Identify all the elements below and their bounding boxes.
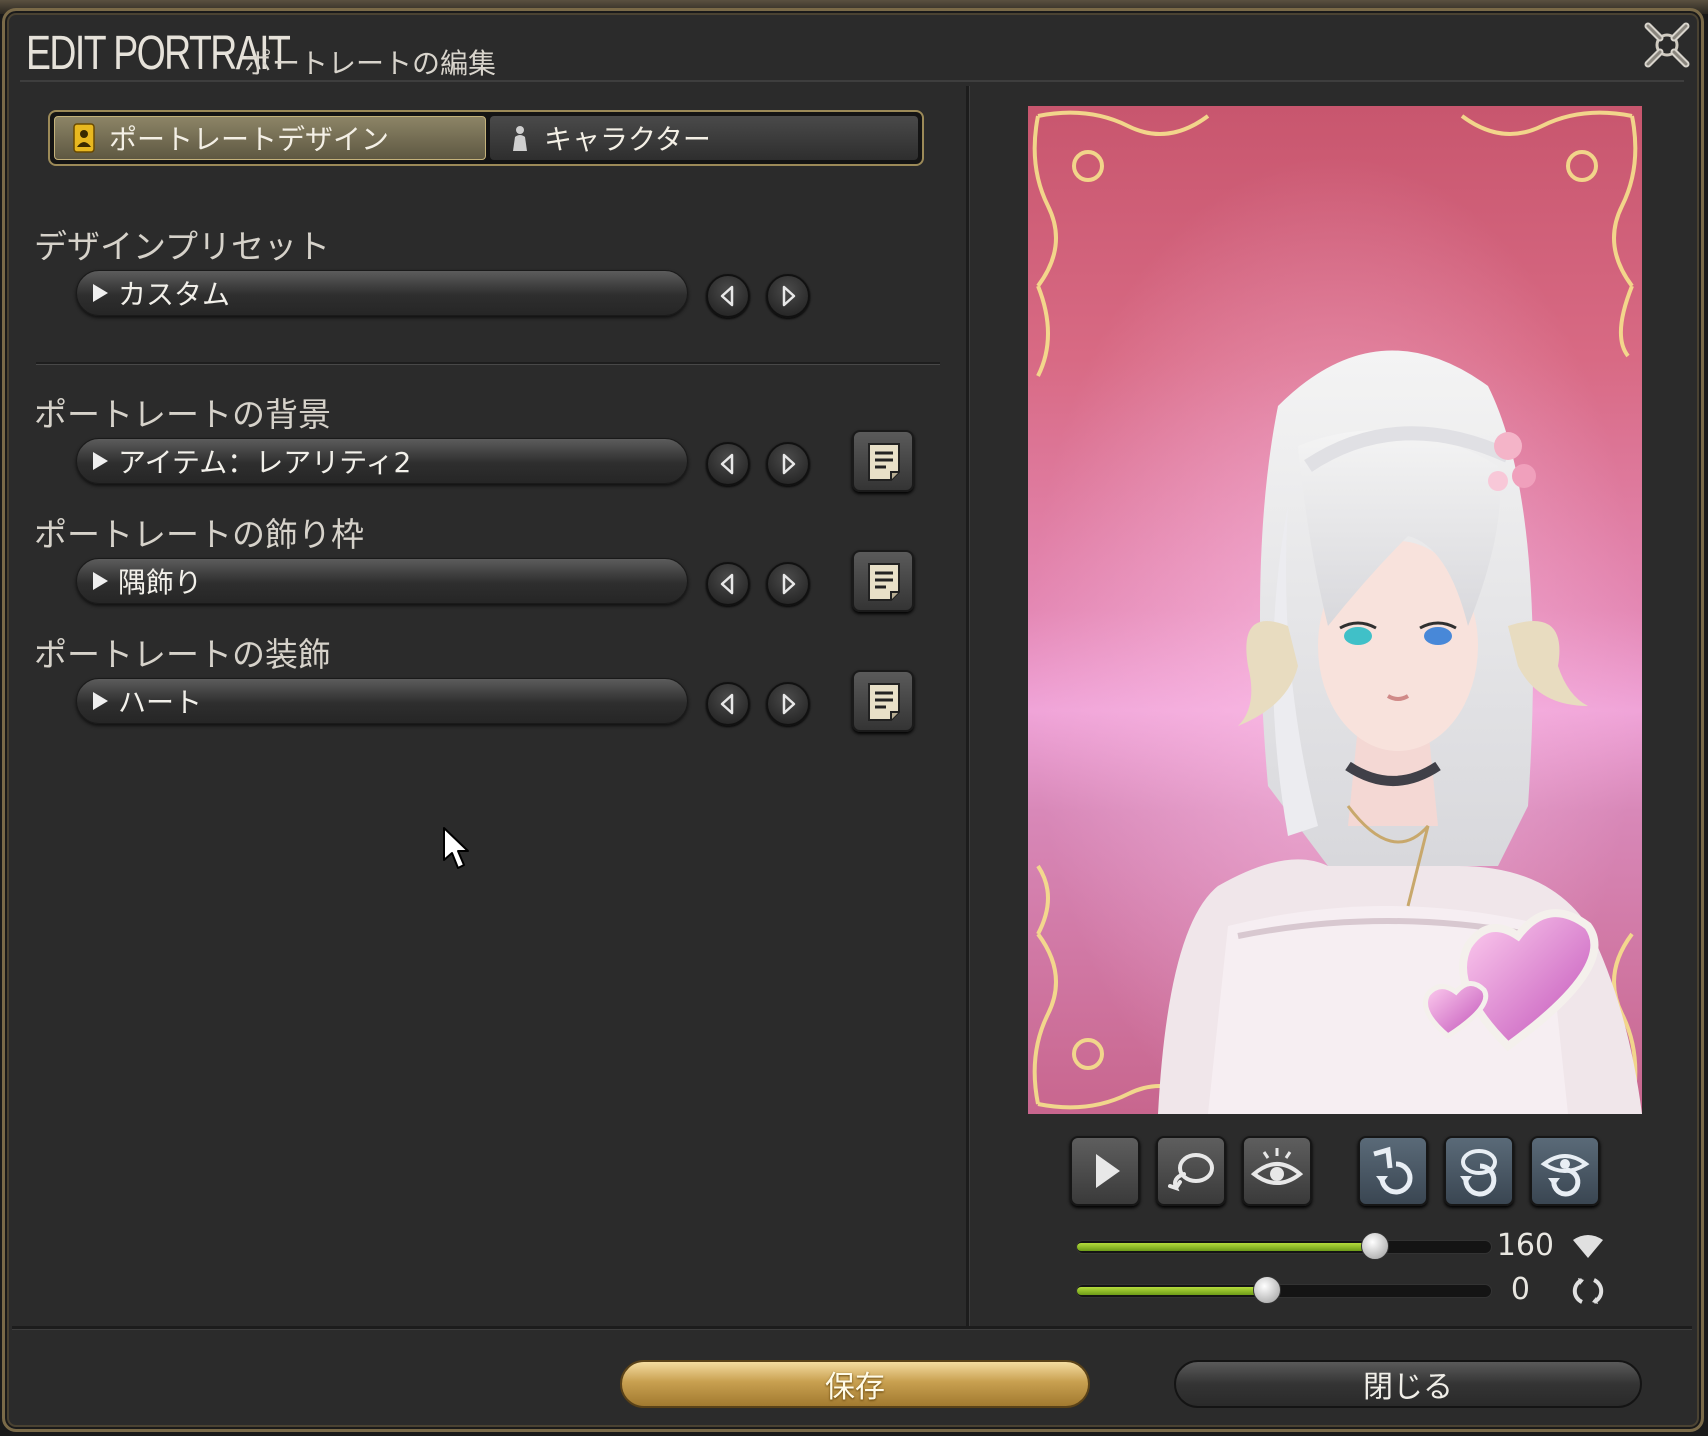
decoration-dropdown[interactable]: ハート [76,678,688,724]
rotate-icon [1570,1276,1606,1310]
reset-pose-icon [1373,1146,1413,1195]
background-dropdown[interactable]: アイテム：レアリティ2 [76,438,688,484]
arrow-left-icon [720,453,734,475]
lighting-slider[interactable] [1076,1232,1492,1260]
arrow-right-icon [782,573,796,595]
rotation-slider-fill [1077,1287,1268,1295]
dropdown-arrow-icon [93,452,108,470]
tab-portrait-design[interactable]: ポートレートデザイン [54,116,486,160]
frame-next-button[interactable] [766,562,810,606]
header-divider [20,80,1684,82]
design-preset-dropdown[interactable]: カスタム [76,270,688,316]
lighting-slider-knob[interactable] [1361,1232,1390,1260]
portrait-preview[interactable] [1028,106,1642,1114]
design-preset-value: カスタム [118,278,231,311]
play-animation-button[interactable] [1070,1136,1140,1206]
reset-gaze-icon [1540,1154,1590,1197]
expression-button[interactable] [1156,1136,1226,1206]
window-title-jp: ポートレートの編集 [244,47,497,80]
frame-title: ポートレートの飾り枠 [34,515,364,554]
arrow-right-icon [782,453,796,475]
rotation-slider[interactable] [1076,1276,1492,1304]
decoration-next-button[interactable] [766,682,810,726]
expression-icon [1168,1153,1214,1192]
decoration-prev-button[interactable] [706,682,750,726]
frame-dropdown[interactable]: 隅飾り [76,558,688,604]
close-icon [1644,22,1690,68]
dropdown-arrow-icon [93,284,108,302]
eye-icon [1250,1148,1304,1185]
reset-gaze-button[interactable] [1530,1136,1600,1206]
window-close-button[interactable] [1640,18,1694,72]
background-next-button[interactable] [766,442,810,486]
save-button-label: 保存 [825,1370,885,1405]
tab-character-label: キャラクター [544,123,711,156]
reset-head-icon [1460,1149,1497,1197]
dropdown-arrow-icon [93,692,108,710]
vertical-divider [966,86,969,1326]
dropdown-arrow-icon [93,572,108,590]
tab-bar: ポートレートデザイン キャラクター [48,110,924,166]
reset-head-button[interactable] [1444,1136,1514,1206]
lighting-icon [1570,1232,1606,1266]
list-icon [868,683,900,721]
decoration-title: ポートレートの装飾 [34,635,331,674]
close-button[interactable]: 閉じる [1174,1360,1642,1408]
tab-portrait-design-label: ポートレートデザイン [109,123,390,156]
character-icon [508,123,530,153]
frame-value: 隅飾り [118,566,203,599]
footer-divider [12,1326,1692,1329]
rotation-value: 0 [1510,1272,1530,1307]
mouse-cursor-icon [442,826,472,876]
decoration-value: ハート [118,686,203,719]
gaze-button[interactable] [1242,1136,1312,1206]
background-value: アイテム：レアリティ2 [118,446,412,479]
list-icon [868,443,900,481]
arrow-left-icon [720,573,734,595]
arrow-left-icon [720,693,734,715]
background-title: ポートレートの背景 [34,395,331,434]
save-button[interactable]: 保存 [620,1360,1090,1408]
tab-character[interactable]: キャラクター [490,116,918,160]
list-icon [868,563,900,601]
reset-pose-button[interactable] [1358,1136,1428,1206]
frame-prev-button[interactable] [706,562,750,606]
close-button-label: 閉じる [1363,1370,1453,1405]
frame-list-button[interactable] [852,550,914,612]
decoration-list-button[interactable] [852,670,914,732]
background-list-button[interactable] [852,430,914,492]
design-preset-prev-button[interactable] [706,274,750,318]
arrow-right-icon [782,693,796,715]
design-preset-title: デザインプリセット [34,227,331,266]
play-icon [1096,1154,1120,1188]
lighting-value: 160 [1496,1228,1554,1263]
portrait-design-icon [73,123,95,153]
arrow-right-icon [782,285,796,307]
background-prev-button[interactable] [706,442,750,486]
section-separator [36,362,940,364]
design-preset-next-button[interactable] [766,274,810,318]
arrow-left-icon [720,285,734,307]
portrait-image [1028,106,1642,1114]
lighting-slider-fill [1077,1243,1376,1251]
